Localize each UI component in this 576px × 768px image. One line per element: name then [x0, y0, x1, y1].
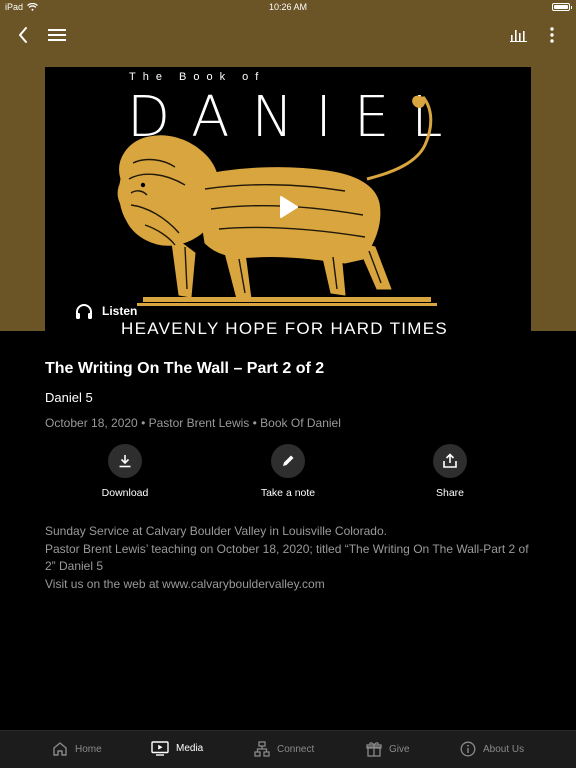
download-button[interactable]: Download: [65, 444, 185, 499]
battery-icon: [552, 3, 572, 11]
tv-play-icon: [151, 741, 169, 756]
tab-about-us-label: About Us: [483, 743, 525, 755]
info-icon: [460, 741, 476, 757]
play-button[interactable]: [268, 187, 308, 227]
sermon-artwork: The Book of DANIEL Listen HEAVENLY HOPE …: [45, 67, 531, 341]
home-icon: [53, 742, 67, 756]
back-button[interactable]: [10, 22, 36, 48]
connect-icon: [254, 741, 270, 757]
take-note-label: Take a note: [260, 487, 316, 499]
tab-connect[interactable]: Connect: [254, 741, 314, 757]
more-vertical-icon: [550, 27, 554, 43]
listen-button[interactable]: Listen: [75, 303, 137, 319]
tab-give[interactable]: Give: [366, 741, 410, 757]
tab-home[interactable]: Home: [52, 741, 102, 757]
description-line-1: Sunday Service at Calvary Boulder Valley…: [45, 524, 387, 538]
more-options-button[interactable]: [539, 22, 565, 48]
audio-levels-icon: [510, 30, 527, 42]
sermon-scripture: Daniel 5: [45, 390, 93, 405]
menu-button[interactable]: [44, 22, 70, 48]
tab-give-label: Give: [389, 743, 410, 755]
tab-connect-label: Connect: [277, 743, 315, 755]
chevron-left-icon: [19, 27, 27, 43]
status-bar: iPad 10:26 AM: [0, 0, 576, 16]
top-nav: [0, 18, 576, 50]
share-label: Share: [435, 487, 465, 499]
share-button[interactable]: Share: [390, 444, 510, 499]
share-icon: [443, 453, 457, 468]
tab-about-us[interactable]: About Us: [460, 741, 524, 757]
audio-button[interactable]: [506, 22, 532, 48]
sermon-title: The Writing On The Wall – Part 2 of 2: [45, 360, 325, 377]
pencil-icon: [283, 455, 294, 466]
tab-media[interactable]: Media: [151, 741, 203, 756]
description-line-2: Pastor Brent Lewis’ teaching on October …: [45, 541, 529, 574]
artwork-subtitle: HEAVENLY HOPE FOR HARD TIMES: [121, 319, 449, 338]
download-icon: [119, 455, 131, 468]
tab-bar: Home Media Connect Give About Us: [0, 730, 576, 768]
headphones-icon: [76, 304, 92, 319]
sermon-description: Sunday Service at Calvary Boulder Valley…: [45, 523, 540, 593]
tab-home-label: Home: [75, 743, 102, 755]
hamburger-menu-icon: [48, 29, 66, 41]
play-icon: [280, 196, 298, 218]
description-line-3: Visit us on the web at www.calvaryboulde…: [45, 576, 325, 591]
listen-label: Listen: [102, 304, 138, 318]
download-label: Download: [101, 487, 149, 499]
tab-media-label: Media: [176, 743, 204, 754]
gift-icon: [366, 742, 382, 757]
status-time: 10:26 AM: [268, 2, 308, 12]
action-row: Download Take a note Share: [0, 444, 576, 504]
sermon-info: The Writing On The Wall – Part 2 of 2 Da…: [45, 360, 545, 430]
sermon-meta: October 18, 2020 • Pastor Brent Lewis • …: [45, 416, 341, 430]
take-note-button[interactable]: Take a note: [228, 444, 348, 499]
